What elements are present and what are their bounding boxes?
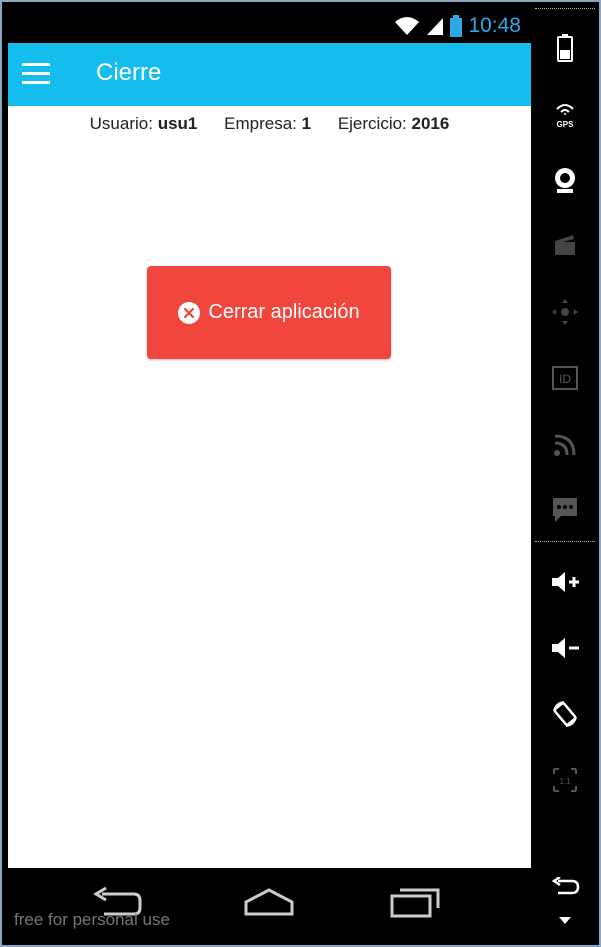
menu-icon[interactable] <box>543 906 587 936</box>
battery-status-icon <box>450 15 463 37</box>
id-label: ID <box>559 372 571 386</box>
user-value: usu1 <box>157 114 198 133</box>
rss-icon[interactable] <box>543 423 587 467</box>
watermark: free for personal use <box>14 910 170 929</box>
main-content: Usuario: usu1 Empresa: 1 Ejercicio: 2016… <box>8 106 531 868</box>
emulator-side-panel: GPS ID 1:1 <box>535 8 595 940</box>
user-label: Usuario: <box>89 114 153 133</box>
sms-icon[interactable] <box>543 488 587 532</box>
hamburger-menu-icon[interactable] <box>22 63 50 85</box>
volume-down-icon[interactable] <box>543 626 587 670</box>
status-icons: 10:48 <box>394 14 521 38</box>
nav-recents-icon[interactable] <box>388 886 444 920</box>
camera-icon[interactable] <box>543 223 587 267</box>
signal-icon <box>427 18 444 35</box>
volume-up-icon[interactable] <box>543 560 587 604</box>
webcam-icon[interactable] <box>543 158 587 202</box>
scale-icon[interactable]: 1:1 <box>543 758 587 802</box>
close-circle-icon <box>178 301 201 324</box>
close-app-button[interactable]: Cerrar aplicación <box>147 266 391 359</box>
wifi-icon <box>395 17 420 35</box>
nav-home-icon[interactable] <box>242 886 296 920</box>
app-bar: Cierre <box>8 43 531 106</box>
year-label: Ejercicio: <box>337 114 407 133</box>
battery-icon[interactable] <box>543 26 587 70</box>
gps-label: GPS <box>556 119 574 129</box>
close-app-label: Cerrar aplicación <box>208 301 360 323</box>
company-label: Empresa: <box>224 114 297 133</box>
page-title: Cierre <box>96 59 162 86</box>
year-value: 2016 <box>411 114 450 133</box>
rotate-icon[interactable] <box>543 692 587 736</box>
company-value: 1 <box>301 114 312 133</box>
svg-text:1:1: 1:1 <box>559 777 571 786</box>
emulator-frame: 10:48 Cierre Usuario: usu1 Empresa: 1 Ej… <box>0 0 601 947</box>
session-info: Usuario: usu1 Empresa: 1 Ejercicio: 2016 <box>8 114 531 134</box>
status-bar: 10:48 <box>8 8 531 43</box>
back-icon[interactable] <box>543 866 587 910</box>
dpad-icon[interactable] <box>543 290 587 334</box>
gps-icon[interactable]: GPS <box>543 93 587 137</box>
status-time: 10:48 <box>468 14 521 37</box>
id-icon[interactable]: ID <box>543 356 587 400</box>
navigation-bar: free for personal use <box>8 868 531 940</box>
